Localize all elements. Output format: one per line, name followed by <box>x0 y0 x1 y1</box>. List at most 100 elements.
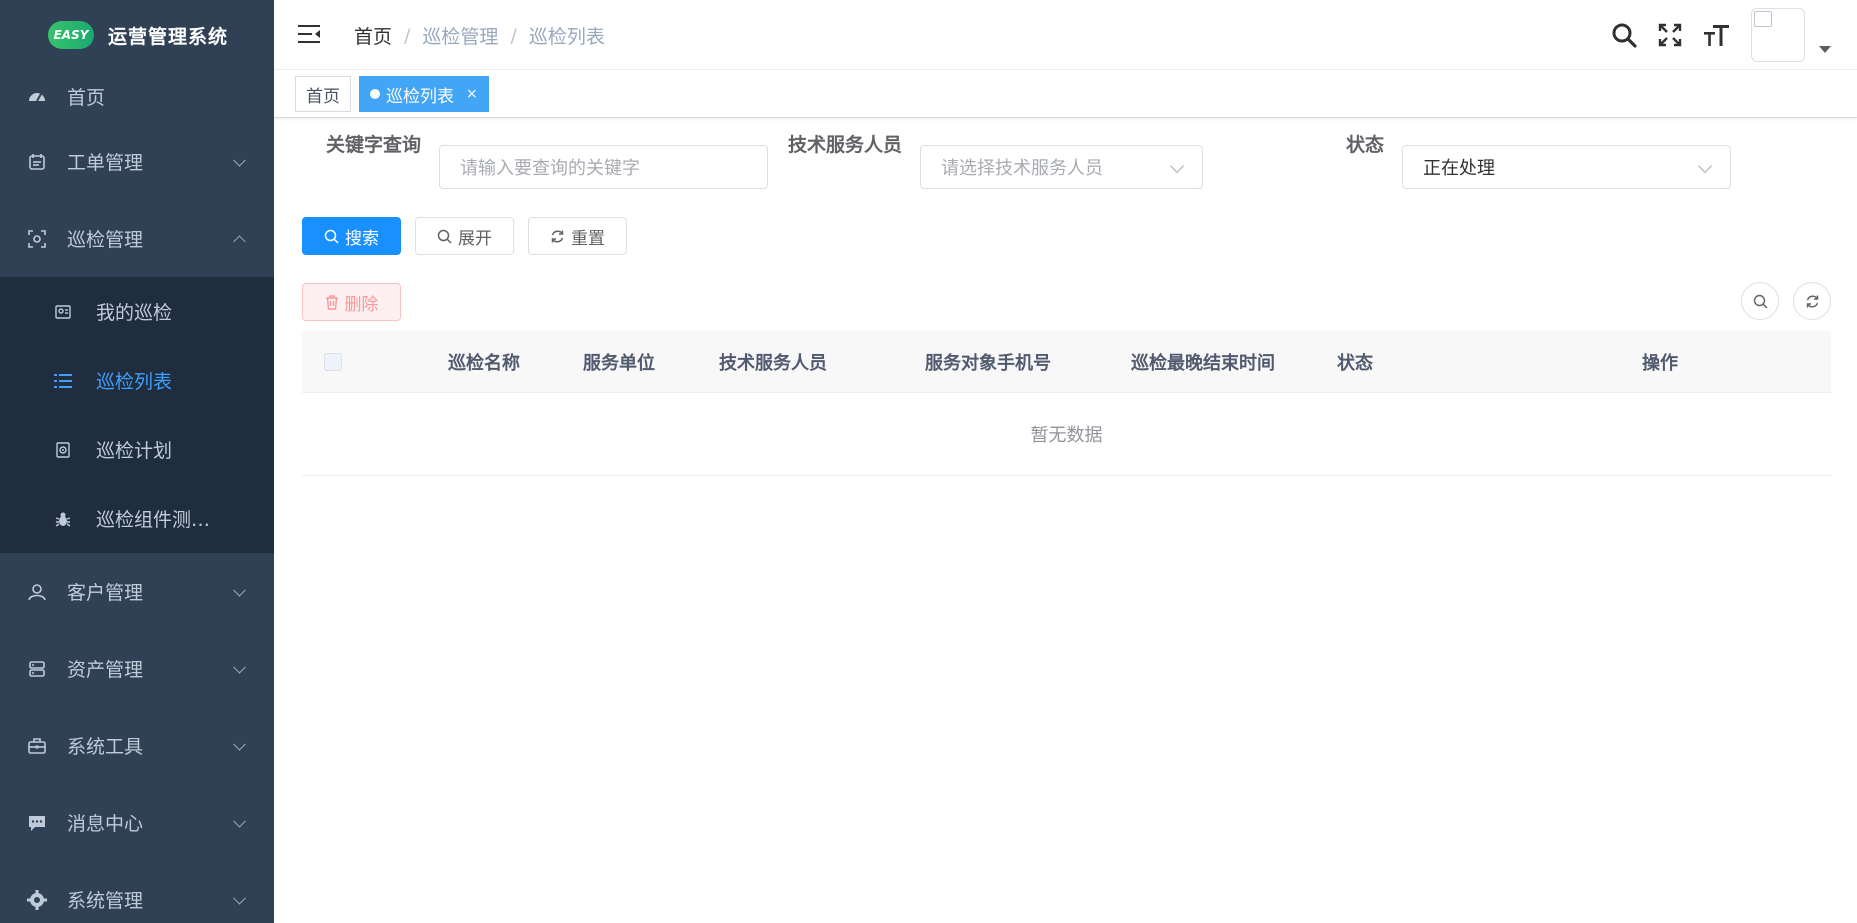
broken-image-icon <box>1754 11 1772 27</box>
delete-button-label: 删除 <box>344 294 379 315</box>
reset-button-label: 重置 <box>571 228 605 249</box>
breadcrumb-home[interactable]: 首页 <box>354 22 392 49</box>
refresh-icon <box>550 229 565 244</box>
app-title: 运营管理系统 <box>108 25 229 48</box>
sidebar-item-label: 巡检组件测… <box>96 509 211 531</box>
sidebar: EASY 运营管理系统 首页 工单管理 巡检管理 我的巡检 巡检列表 巡检计划 … <box>0 0 274 923</box>
refresh-icon[interactable] <box>1793 282 1831 320</box>
app-root: EASY 运营管理系统 首页 工单管理 巡检管理 我的巡检 巡检列表 巡检计划 … <box>0 0 1857 923</box>
sidebar-item-label: 我的巡检 <box>96 302 173 324</box>
column-header: 巡检名称 <box>448 353 520 374</box>
server-icon <box>27 659 47 679</box>
tech-staff-select[interactable]: 请选择技术服务人员 <box>920 145 1203 189</box>
message-icon <box>27 813 47 833</box>
search-icon <box>324 229 339 244</box>
inspect-icon <box>27 229 47 249</box>
delete-button[interactable]: 删除 <box>302 283 401 321</box>
select-all-checkbox[interactable] <box>324 353 342 371</box>
column-header: 服务对象手机号 <box>925 353 1051 374</box>
dashboard-icon <box>27 87 47 107</box>
avatar[interactable] <box>1751 8 1805 62</box>
caret-down-icon[interactable] <box>1819 45 1831 53</box>
toolbox-icon <box>27 736 47 756</box>
tag-label: 首页 <box>306 86 340 107</box>
reset-button[interactable]: 重置 <box>528 217 627 255</box>
sidebar-item-label: 首页 <box>67 87 106 109</box>
sidebar-item-label: 巡检计划 <box>96 440 173 462</box>
sidebar-item-label: 客户管理 <box>67 582 144 604</box>
sidebar-item-inspection-plan[interactable]: 巡检计划 <box>0 415 274 484</box>
sidebar-item-label: 资产管理 <box>67 659 144 681</box>
close-icon[interactable]: × <box>466 86 478 102</box>
search-icon <box>437 229 452 244</box>
chevron-down-icon <box>233 891 246 905</box>
sidebar-item-workorder[interactable]: 工单管理 <box>0 123 274 200</box>
breadcrumb: 首页 / 巡检管理 / 巡检列表 <box>354 22 605 49</box>
sidebar-item-my-inspection[interactable]: 我的巡检 <box>0 277 274 346</box>
sidebar-item-label: 系统工具 <box>67 736 144 758</box>
column-header: 操作 <box>1642 353 1678 374</box>
search-button[interactable]: 搜索 <box>302 217 401 255</box>
navbar-right <box>1601 0 1857 70</box>
sidebar-item-label: 系统管理 <box>67 890 144 912</box>
sidebar-item-label: 巡检管理 <box>67 229 144 251</box>
keyword-label: 关键字查询 <box>326 134 422 156</box>
breadcrumb-separator: / <box>510 24 517 47</box>
calendar-icon <box>27 152 47 172</box>
sidebar-item-label: 工单管理 <box>67 152 144 174</box>
fullscreen-icon[interactable] <box>1647 12 1693 58</box>
keyword-placeholder: 请输入要查询的关键字 <box>460 158 640 179</box>
user-icon <box>27 582 47 602</box>
chevron-up-icon <box>233 234 246 248</box>
sidebar-item-system-management[interactable]: 系统管理 <box>0 861 274 923</box>
chevron-down-icon <box>233 737 246 751</box>
chevron-down-icon <box>1697 158 1713 174</box>
sidebar-item-inspection-component-test[interactable]: 巡检组件测… <box>0 484 274 553</box>
navbar: 首页 / 巡检管理 / 巡检列表 <box>274 0 1857 70</box>
select-all-cell <box>324 331 342 393</box>
inspection-submenu: 我的巡检 巡检列表 巡检计划 巡检组件测… <box>0 277 274 553</box>
main-content: 关键字查询 请输入要查询的关键字 技术服务人员 请选择技术服务人员 状态 正在处… <box>274 118 1857 923</box>
toggle-search-icon[interactable] <box>1741 282 1779 320</box>
tag-label: 巡检列表 <box>386 86 454 107</box>
sidebar-item-label: 消息中心 <box>67 813 144 835</box>
column-header: 巡检最晚结束时间 <box>1131 353 1275 374</box>
font-size-icon[interactable] <box>1693 12 1739 58</box>
chevron-down-icon <box>233 814 246 828</box>
logo-badge: EASY <box>48 21 94 49</box>
sidebar-item-inspection[interactable]: 巡检管理 <box>0 200 274 277</box>
sidebar-item-asset[interactable]: 资产管理 <box>0 630 274 707</box>
status-select[interactable]: 正在处理 <box>1402 145 1731 189</box>
search-button-label: 搜索 <box>345 228 379 249</box>
chevron-down-icon <box>233 660 246 674</box>
breadcrumb-separator: / <box>404 24 411 47</box>
chevron-down-icon <box>1169 158 1185 174</box>
sidebar-item-customer[interactable]: 客户管理 <box>0 553 274 630</box>
sidebar-item-system-tools[interactable]: 系统工具 <box>0 707 274 784</box>
chevron-down-icon <box>233 583 246 597</box>
keyword-input[interactable]: 请输入要查询的关键字 <box>439 145 768 189</box>
expand-button-label: 展开 <box>458 228 492 249</box>
status-label: 状态 <box>1346 134 1385 156</box>
breadcrumb-inspection-list: 巡检列表 <box>528 26 605 48</box>
trash-icon <box>325 294 339 310</box>
logo[interactable]: EASY 运营管理系统 <box>0 0 274 70</box>
tag-inspection-list[interactable]: 巡检列表 × <box>359 76 489 112</box>
my-inspect-icon <box>54 303 72 321</box>
sidebar-item-message-center[interactable]: 消息中心 <box>0 784 274 861</box>
breadcrumb-inspection: 巡检管理 <box>422 26 499 48</box>
empty-state: 暂无数据 <box>302 393 1831 476</box>
hamburger-icon[interactable] <box>298 24 320 44</box>
tag-home[interactable]: 首页 <box>295 76 351 112</box>
inspection-table: 巡检名称 服务单位 技术服务人员 服务对象手机号 巡检最晚结束时间 状态 操作 … <box>302 331 1831 476</box>
tech-staff-label: 技术服务人员 <box>788 134 903 156</box>
sidebar-item-inspection-list[interactable]: 巡检列表 <box>0 346 274 415</box>
table-header: 巡检名称 服务单位 技术服务人员 服务对象手机号 巡检最晚结束时间 状态 操作 <box>302 331 1831 393</box>
column-header: 服务单位 <box>583 353 655 374</box>
expand-button[interactable]: 展开 <box>415 217 514 255</box>
sidebar-item-label: 巡检列表 <box>96 371 173 393</box>
sidebar-item-home[interactable]: 首页 <box>0 70 274 123</box>
search-icon[interactable] <box>1601 12 1647 58</box>
status-value: 正在处理 <box>1423 158 1495 179</box>
column-header: 技术服务人员 <box>719 353 827 374</box>
